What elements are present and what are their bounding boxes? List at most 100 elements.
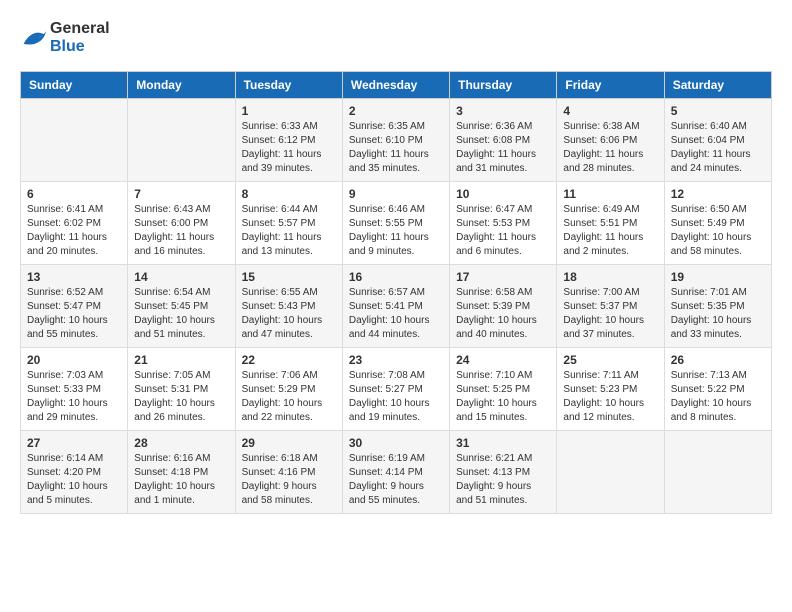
calendar-table: SundayMondayTuesdayWednesdayThursdayFrid… bbox=[20, 71, 772, 514]
day-info: Sunrise: 7:03 AM Sunset: 5:33 PM Dayligh… bbox=[27, 369, 121, 425]
weekday-header-friday: Friday bbox=[557, 72, 664, 99]
day-number: 10 bbox=[456, 187, 550, 201]
day-number: 31 bbox=[456, 436, 550, 450]
calendar-cell: 9 Sunrise: 6:46 AM Sunset: 5:55 PM Daylig… bbox=[342, 182, 449, 265]
calendar-cell: 18 Sunrise: 7:00 AM Sunset: 5:37 PM Dayli… bbox=[557, 265, 664, 348]
calendar-week-row: 6Sunrise: 6:41 AM Sunset: 6:02 PM Daylig… bbox=[21, 182, 772, 265]
logo-blue: Blue bbox=[50, 38, 85, 55]
day-info: Sunrise: 6:40 AM Sunset: 6:04 PM Dayligh… bbox=[671, 120, 765, 176]
calendar-week-row: 13Sunrise: 6:52 AM Sunset: 5:47 PM Dayli… bbox=[21, 265, 772, 348]
day-number: 28 bbox=[134, 436, 228, 450]
day-info: Sunrise: 6:33 AM Sunset: 6:12 PM Dayligh… bbox=[242, 120, 336, 176]
day-number: 4 bbox=[563, 104, 657, 118]
weekday-header-row: SundayMondayTuesdayWednesdayThursdayFrid… bbox=[21, 72, 772, 99]
day-info: Sunrise: 6:43 AM Sunset: 6:00 PM Dayligh… bbox=[134, 203, 228, 259]
day-number: 19 bbox=[671, 270, 765, 284]
calendar-cell: 12 Sunrise: 6:50 AM Sunset: 5:49 PM Dayli… bbox=[664, 182, 771, 265]
weekday-header-sunday: Sunday bbox=[21, 72, 128, 99]
weekday-header-wednesday: Wednesday bbox=[342, 72, 449, 99]
day-info: Sunrise: 6:55 AM Sunset: 5:43 PM Dayligh… bbox=[242, 286, 336, 342]
calendar-cell: 7Sunrise: 6:43 AM Sunset: 6:00 PM Daylig… bbox=[128, 182, 235, 265]
calendar-cell bbox=[664, 431, 771, 514]
calendar-cell: 28Sunrise: 6:16 AM Sunset: 4:18 PM Dayli… bbox=[128, 431, 235, 514]
day-number: 18 bbox=[563, 270, 657, 284]
day-info: Sunrise: 6:54 AM Sunset: 5:45 PM Dayligh… bbox=[134, 286, 228, 342]
day-info: Sunrise: 7:05 AM Sunset: 5:31 PM Dayligh… bbox=[134, 369, 228, 425]
calendar-header: SundayMondayTuesdayWednesdayThursdayFrid… bbox=[21, 72, 772, 99]
calendar-cell: 11 Sunrise: 6:49 AM Sunset: 5:51 PM Dayli… bbox=[557, 182, 664, 265]
day-number: 23 bbox=[349, 353, 443, 367]
calendar-cell: 1Sunrise: 6:33 AM Sunset: 6:12 PM Daylig… bbox=[235, 99, 342, 182]
day-info: Sunrise: 7:08 AM Sunset: 5:27 PM Dayligh… bbox=[349, 369, 443, 425]
day-number: 8 bbox=[242, 187, 336, 201]
calendar-cell: 17 Sunrise: 6:58 AM Sunset: 5:39 PM Dayli… bbox=[450, 265, 557, 348]
day-info: Sunrise: 6:58 AM Sunset: 5:39 PM Dayligh… bbox=[456, 286, 550, 342]
day-info: Sunrise: 7:00 AM Sunset: 5:37 PM Dayligh… bbox=[563, 286, 657, 342]
day-info: Sunrise: 6:36 AM Sunset: 6:08 PM Dayligh… bbox=[456, 120, 550, 176]
day-info: Sunrise: 6:21 AM Sunset: 4:13 PM Dayligh… bbox=[456, 452, 550, 508]
day-number: 22 bbox=[242, 353, 336, 367]
day-info: Sunrise: 6:41 AM Sunset: 6:02 PM Dayligh… bbox=[27, 203, 121, 259]
calendar-cell: 21 Sunrise: 7:05 AM Sunset: 5:31 PM Dayli… bbox=[128, 348, 235, 431]
calendar-cell: 25 Sunrise: 7:11 AM Sunset: 5:23 PM Dayli… bbox=[557, 348, 664, 431]
calendar-cell: 31 Sunrise: 6:21 AM Sunset: 4:13 PM Dayli… bbox=[450, 431, 557, 514]
day-number: 25 bbox=[563, 353, 657, 367]
calendar-cell: 5 Sunrise: 6:40 AM Sunset: 6:04 PM Daylig… bbox=[664, 99, 771, 182]
calendar-body: 1Sunrise: 6:33 AM Sunset: 6:12 PM Daylig… bbox=[21, 99, 772, 514]
day-info: Sunrise: 7:10 AM Sunset: 5:25 PM Dayligh… bbox=[456, 369, 550, 425]
calendar-cell: 15Sunrise: 6:55 AM Sunset: 5:43 PM Dayli… bbox=[235, 265, 342, 348]
calendar-cell: 29 Sunrise: 6:18 AM Sunset: 4:16 PM Dayli… bbox=[235, 431, 342, 514]
day-number: 26 bbox=[671, 353, 765, 367]
day-info: Sunrise: 6:18 AM Sunset: 4:16 PM Dayligh… bbox=[242, 452, 336, 508]
calendar-week-row: 20 Sunrise: 7:03 AM Sunset: 5:33 PM Dayli… bbox=[21, 348, 772, 431]
calendar-week-row: 1Sunrise: 6:33 AM Sunset: 6:12 PM Daylig… bbox=[21, 99, 772, 182]
day-number: 13 bbox=[27, 270, 121, 284]
calendar-cell bbox=[557, 431, 664, 514]
day-number: 21 bbox=[134, 353, 228, 367]
logo: General Blue bbox=[20, 20, 110, 55]
day-number: 17 bbox=[456, 270, 550, 284]
day-info: Sunrise: 6:35 AM Sunset: 6:10 PM Dayligh… bbox=[349, 120, 443, 176]
calendar-cell: 14 Sunrise: 6:54 AM Sunset: 5:45 PM Dayli… bbox=[128, 265, 235, 348]
day-number: 14 bbox=[134, 270, 228, 284]
day-info: Sunrise: 6:44 AM Sunset: 5:57 PM Dayligh… bbox=[242, 203, 336, 259]
day-info: Sunrise: 7:11 AM Sunset: 5:23 PM Dayligh… bbox=[563, 369, 657, 425]
day-number: 9 bbox=[349, 187, 443, 201]
weekday-header-monday: Monday bbox=[128, 72, 235, 99]
calendar-cell bbox=[21, 99, 128, 182]
day-number: 20 bbox=[27, 353, 121, 367]
calendar-cell: 20 Sunrise: 7:03 AM Sunset: 5:33 PM Dayli… bbox=[21, 348, 128, 431]
calendar-cell: 10 Sunrise: 6:47 AM Sunset: 5:53 PM Dayli… bbox=[450, 182, 557, 265]
day-number: 2 bbox=[349, 104, 443, 118]
calendar-cell bbox=[128, 99, 235, 182]
day-info: Sunrise: 7:01 AM Sunset: 5:35 PM Dayligh… bbox=[671, 286, 765, 342]
calendar-cell: 24 Sunrise: 7:10 AM Sunset: 5:25 PM Dayli… bbox=[450, 348, 557, 431]
day-number: 12 bbox=[671, 187, 765, 201]
calendar-cell: 27Sunrise: 6:14 AM Sunset: 4:20 PM Dayli… bbox=[21, 431, 128, 514]
day-info: Sunrise: 6:46 AM Sunset: 5:55 PM Dayligh… bbox=[349, 203, 443, 259]
day-info: Sunrise: 6:19 AM Sunset: 4:14 PM Dayligh… bbox=[349, 452, 443, 508]
day-info: Sunrise: 7:06 AM Sunset: 5:29 PM Dayligh… bbox=[242, 369, 336, 425]
day-number: 16 bbox=[349, 270, 443, 284]
day-info: Sunrise: 6:57 AM Sunset: 5:41 PM Dayligh… bbox=[349, 286, 443, 342]
day-number: 3 bbox=[456, 104, 550, 118]
day-number: 29 bbox=[242, 436, 336, 450]
day-number: 11 bbox=[563, 187, 657, 201]
calendar-cell: 30 Sunrise: 6:19 AM Sunset: 4:14 PM Dayli… bbox=[342, 431, 449, 514]
calendar-cell: 8 Sunrise: 6:44 AM Sunset: 5:57 PM Daylig… bbox=[235, 182, 342, 265]
logo-icon bbox=[22, 28, 46, 48]
calendar-week-row: 27Sunrise: 6:14 AM Sunset: 4:20 PM Dayli… bbox=[21, 431, 772, 514]
page-header: General Blue bbox=[20, 20, 772, 55]
day-number: 30 bbox=[349, 436, 443, 450]
day-number: 24 bbox=[456, 353, 550, 367]
day-info: Sunrise: 6:49 AM Sunset: 5:51 PM Dayligh… bbox=[563, 203, 657, 259]
day-info: Sunrise: 6:50 AM Sunset: 5:49 PM Dayligh… bbox=[671, 203, 765, 259]
day-info: Sunrise: 7:13 AM Sunset: 5:22 PM Dayligh… bbox=[671, 369, 765, 425]
calendar-cell: 3 Sunrise: 6:36 AM Sunset: 6:08 PM Daylig… bbox=[450, 99, 557, 182]
day-number: 5 bbox=[671, 104, 765, 118]
calendar-cell: 13Sunrise: 6:52 AM Sunset: 5:47 PM Dayli… bbox=[21, 265, 128, 348]
weekday-header-thursday: Thursday bbox=[450, 72, 557, 99]
calendar-cell: 16 Sunrise: 6:57 AM Sunset: 5:41 PM Dayli… bbox=[342, 265, 449, 348]
day-info: Sunrise: 6:47 AM Sunset: 5:53 PM Dayligh… bbox=[456, 203, 550, 259]
weekday-header-tuesday: Tuesday bbox=[235, 72, 342, 99]
